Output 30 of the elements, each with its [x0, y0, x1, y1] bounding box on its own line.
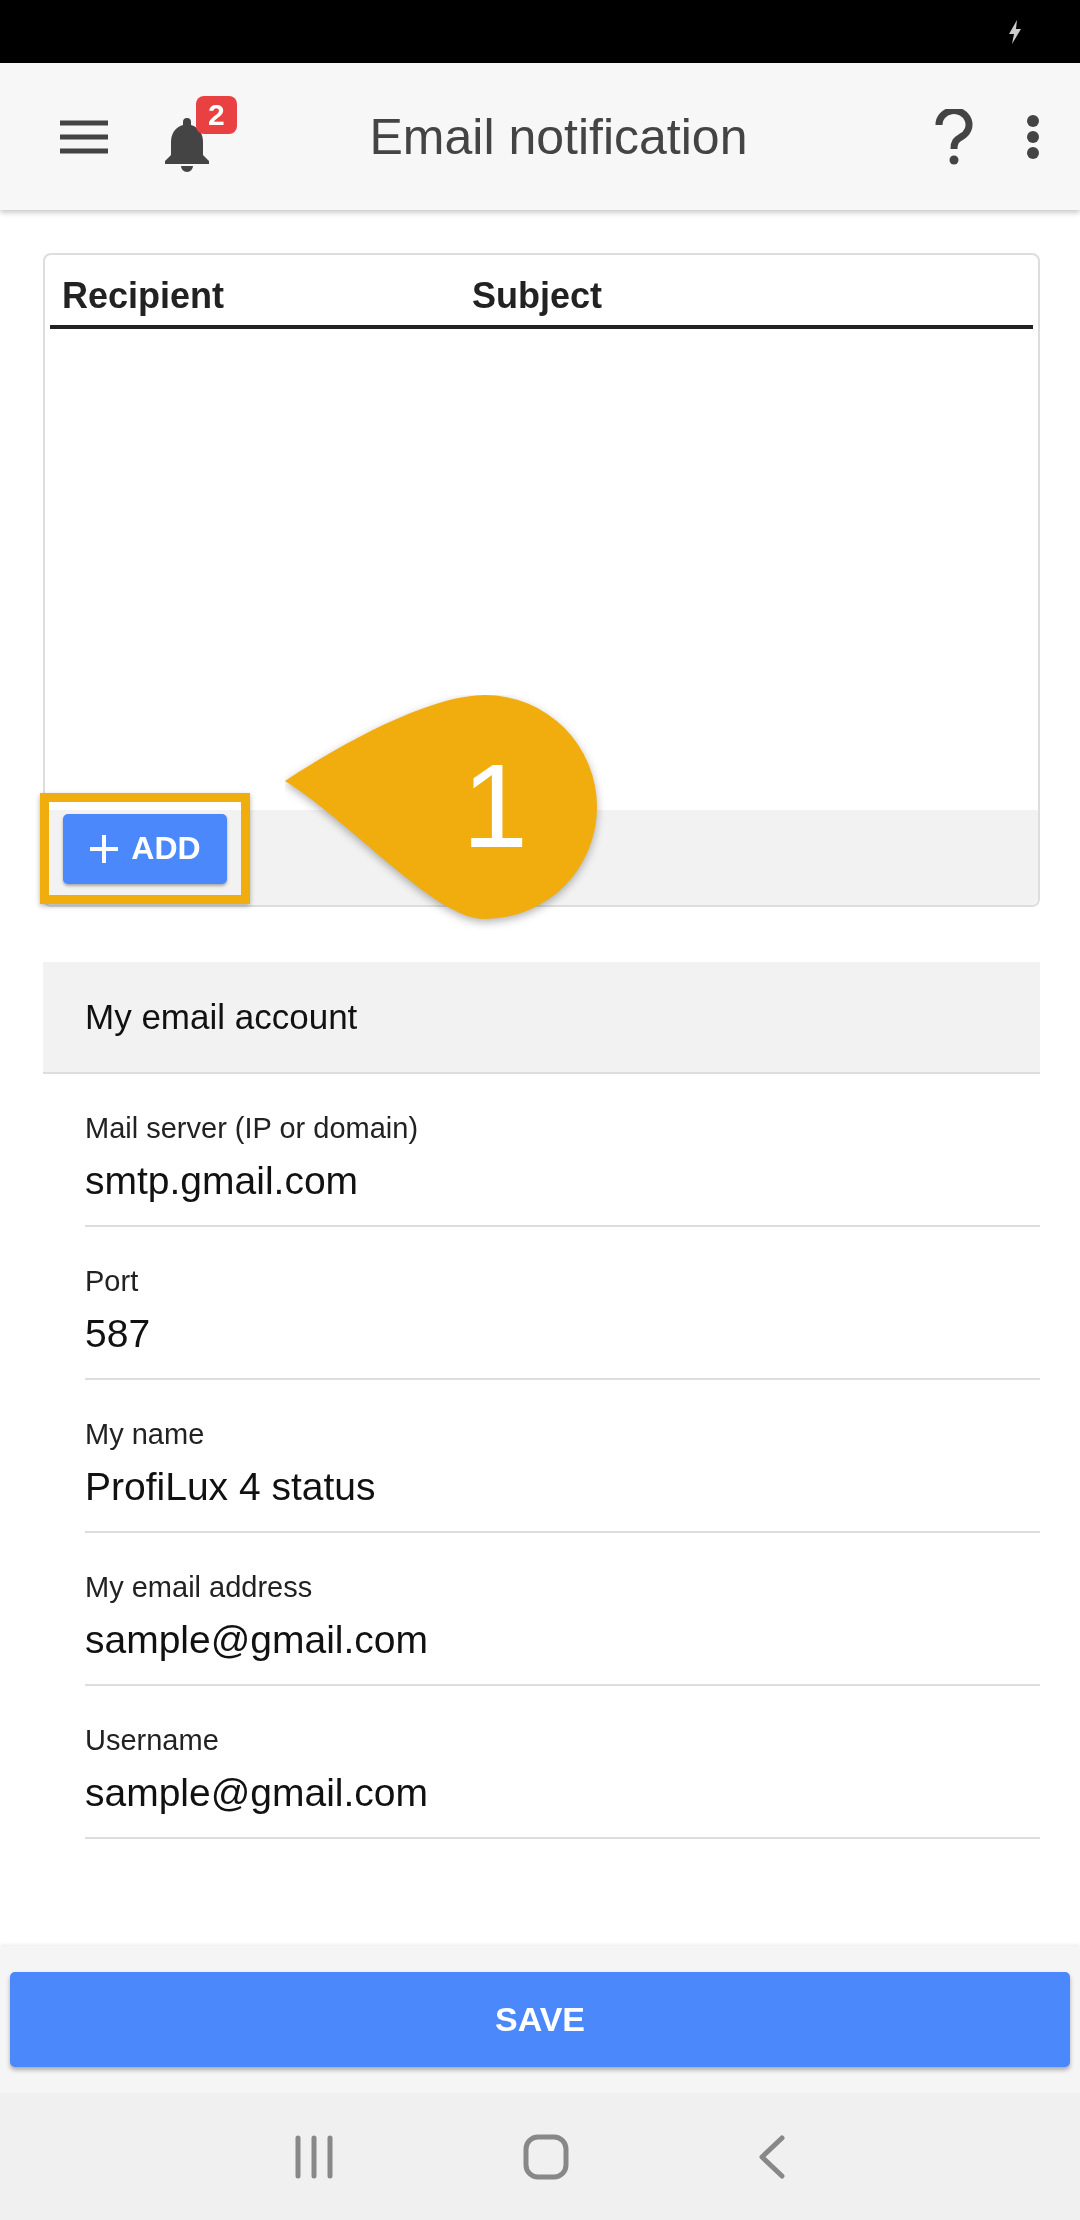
home-icon[interactable] — [523, 2133, 569, 2180]
plus-icon — [89, 833, 120, 864]
more-options-icon[interactable] — [1026, 113, 1040, 160]
field-label: Username — [85, 1724, 220, 1757]
field-label: Mail server (IP or domain) — [85, 1112, 420, 1145]
field-label: My email address — [85, 1571, 314, 1604]
field-value: ProfiLux 4 status — [85, 1465, 377, 1509]
text-field[interactable]: Mail server (IP or domain) smtp.gmail.com — [85, 1074, 1040, 1227]
section-header: My email account — [43, 962, 1040, 1074]
column-header: Subject — [472, 275, 603, 317]
back-icon[interactable] — [757, 2134, 786, 2179]
screen-title: Email notification — [368, 107, 749, 166]
notification-badge: 2 — [196, 95, 237, 134]
field-label: My name — [85, 1418, 206, 1451]
column-header: Recipient — [62, 275, 226, 317]
text-field[interactable]: My email address sample@gmail.com — [85, 1533, 1040, 1686]
field-label: Port — [85, 1265, 140, 1298]
text-field[interactable]: My name ProfiLux 4 status — [85, 1380, 1040, 1533]
callout-number: 1 — [462, 740, 528, 872]
help-icon[interactable] — [934, 108, 974, 165]
charging-icon — [1007, 19, 1023, 44]
menu-icon[interactable] — [60, 119, 108, 154]
field-value: 587 — [85, 1312, 152, 1356]
recent-apps-icon[interactable] — [294, 2134, 335, 2179]
text-field[interactable]: Username sample@gmail.com — [85, 1686, 1040, 1839]
field-value: sample@gmail.com — [85, 1618, 430, 1662]
field-value: smtp.gmail.com — [85, 1159, 360, 1203]
field-value: sample@gmail.com — [85, 1771, 430, 1815]
bell-icon[interactable] — [163, 115, 211, 172]
text-field[interactable]: Port 587 — [85, 1227, 1040, 1380]
